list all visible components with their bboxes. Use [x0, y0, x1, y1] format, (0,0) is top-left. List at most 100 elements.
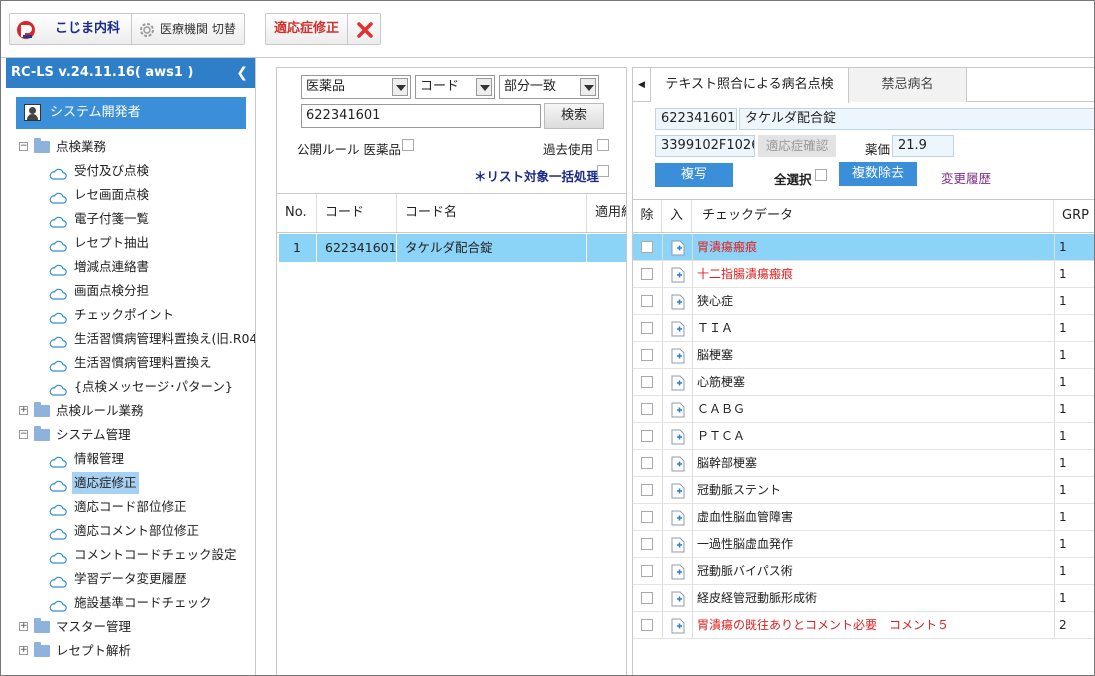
- grp-value: 1: [1059, 348, 1067, 362]
- remove-checkbox[interactable]: [641, 241, 653, 253]
- col-grp[interactable]: GRP: [1054, 200, 1094, 232]
- remove-checkbox[interactable]: [641, 295, 653, 307]
- document-icon[interactable]: [671, 293, 685, 310]
- col-code-name[interactable]: コード名: [397, 194, 587, 232]
- table-row[interactable]: 脳梗塞 1: [633, 342, 1094, 369]
- match-select[interactable]: 部分一致: [499, 75, 599, 99]
- divider: [692, 342, 693, 369]
- document-icon[interactable]: [671, 266, 685, 283]
- document-icon[interactable]: [671, 320, 685, 337]
- col-code[interactable]: コード: [317, 194, 397, 232]
- user-icon: [24, 104, 41, 121]
- table-row[interactable]: 冠動脈バイパス術 1: [633, 558, 1094, 585]
- remove-checkbox[interactable]: [641, 322, 653, 334]
- copy-button[interactable]: 複写: [655, 163, 733, 187]
- bulk-process-checkbox[interactable]: [597, 165, 609, 177]
- table-row[interactable]: 経皮経管冠動脈形成術 1: [633, 585, 1094, 612]
- clinic-switcher[interactable]: こじま内科 医療機関 切替: [9, 13, 245, 45]
- document-icon[interactable]: [671, 482, 685, 499]
- table-row[interactable]: 胃潰瘍瘢痕 1: [633, 234, 1094, 261]
- table-row[interactable]: ＰＴＣＡ 1: [633, 423, 1094, 450]
- document-icon[interactable]: [671, 617, 685, 634]
- divider: [662, 504, 663, 531]
- divider: [662, 558, 663, 585]
- table-row[interactable]: 心筋梗塞 1: [633, 369, 1094, 396]
- table-row[interactable]: 十二指腸潰瘍瘢痕 1: [633, 261, 1094, 288]
- code-search-input[interactable]: 622341601: [301, 104, 541, 128]
- select-all-checkbox[interactable]: [815, 169, 827, 181]
- tab-scroll-left-icon[interactable]: ◀: [633, 68, 651, 102]
- public-rule-checkbox[interactable]: [402, 139, 414, 151]
- fix-indication-tab[interactable]: 適応症修正: [266, 14, 348, 44]
- document-icon[interactable]: [671, 428, 685, 445]
- col-apply[interactable]: 適用紀: [587, 194, 626, 232]
- expand-icon[interactable]: +: [19, 646, 28, 655]
- table-row[interactable]: 脳幹部梗塞 1: [633, 450, 1094, 477]
- remove-checkbox[interactable]: [641, 538, 653, 550]
- document-icon[interactable]: [671, 239, 685, 256]
- document-icon[interactable]: [671, 590, 685, 607]
- document-icon[interactable]: [671, 347, 685, 364]
- expand-icon[interactable]: +: [19, 622, 28, 631]
- divider: [1054, 612, 1055, 639]
- document-icon[interactable]: [671, 509, 685, 526]
- tab-contraindication[interactable]: 禁忌病名: [849, 68, 967, 102]
- remove-checkbox[interactable]: [641, 565, 653, 577]
- category-value: 医薬品: [306, 79, 346, 94]
- col-no[interactable]: No.: [277, 194, 317, 232]
- document-icon[interactable]: [671, 455, 685, 472]
- table-row[interactable]: 胃潰瘍の既往ありとコメント必要 コメント５ 2: [633, 612, 1094, 639]
- document-icon[interactable]: [671, 536, 685, 553]
- category-select[interactable]: 医薬品: [301, 75, 411, 99]
- clinic-name[interactable]: こじま内科: [44, 14, 132, 44]
- remove-checkbox[interactable]: [641, 511, 653, 523]
- divider: [1054, 531, 1055, 558]
- cloud-icon: [49, 525, 67, 540]
- table-row[interactable]: 冠動脈ステント 1: [633, 477, 1094, 504]
- cloud-icon: [49, 549, 67, 564]
- confirm-indication-button[interactable]: 適応症確認: [758, 135, 836, 157]
- divider: [662, 261, 663, 288]
- grp-value: 1: [1059, 294, 1067, 308]
- user-button[interactable]: システム開発者: [16, 97, 246, 129]
- remove-checkbox[interactable]: [641, 619, 653, 631]
- public-rule-label: 公開ルール 医薬品: [297, 142, 401, 157]
- table-row[interactable]: 狭心症 1: [633, 288, 1094, 315]
- divider: [692, 612, 693, 639]
- collapse-sidebar-icon[interactable]: ❮: [236, 58, 248, 88]
- remove-checkbox[interactable]: [641, 349, 653, 361]
- col-input[interactable]: 入: [662, 200, 692, 232]
- multi-remove-button[interactable]: 複数除去: [839, 162, 917, 186]
- field-select[interactable]: コード: [415, 75, 495, 99]
- col-remove[interactable]: 除: [633, 200, 662, 232]
- document-icon[interactable]: [671, 563, 685, 580]
- collapse-icon[interactable]: −: [19, 142, 28, 151]
- change-history-link[interactable]: 変更履歴: [941, 168, 991, 187]
- remove-checkbox[interactable]: [641, 457, 653, 469]
- remove-checkbox[interactable]: [641, 592, 653, 604]
- remove-checkbox[interactable]: [641, 376, 653, 388]
- user-name: システム開発者: [50, 105, 141, 120]
- tab-text-match[interactable]: テキスト照合による病名点検: [651, 68, 849, 103]
- table-row[interactable]: 虚血性脳血管障害 1: [633, 504, 1094, 531]
- table-row[interactable]: ＴＩＡ 1: [633, 315, 1094, 342]
- divider: [1054, 315, 1055, 342]
- past-use-checkbox[interactable]: [597, 139, 609, 151]
- document-icon[interactable]: [671, 401, 685, 418]
- table-row[interactable]: ＣＡＢＧ 1: [633, 396, 1094, 423]
- document-icon[interactable]: [671, 374, 685, 391]
- collapse-icon[interactable]: −: [19, 430, 28, 439]
- close-icon[interactable]: [354, 19, 376, 41]
- col-check-data[interactable]: チェックデータ: [692, 200, 1054, 232]
- switch-facility-label[interactable]: 医療機関 切替: [160, 14, 236, 44]
- table-row[interactable]: 一過性脳虚血発作 1: [633, 531, 1094, 558]
- divider: [692, 396, 693, 423]
- remove-checkbox[interactable]: [641, 403, 653, 415]
- search-button[interactable]: 検索: [544, 103, 604, 129]
- table-row[interactable]: 1 622341601 タケルダ配合錠: [279, 234, 626, 262]
- remove-checkbox[interactable]: [641, 430, 653, 442]
- remove-checkbox[interactable]: [641, 268, 653, 280]
- tab-bar: ◀ テキスト照合による病名点検 禁忌病名: [633, 68, 1094, 103]
- remove-checkbox[interactable]: [641, 484, 653, 496]
- expand-icon[interactable]: +: [19, 406, 28, 415]
